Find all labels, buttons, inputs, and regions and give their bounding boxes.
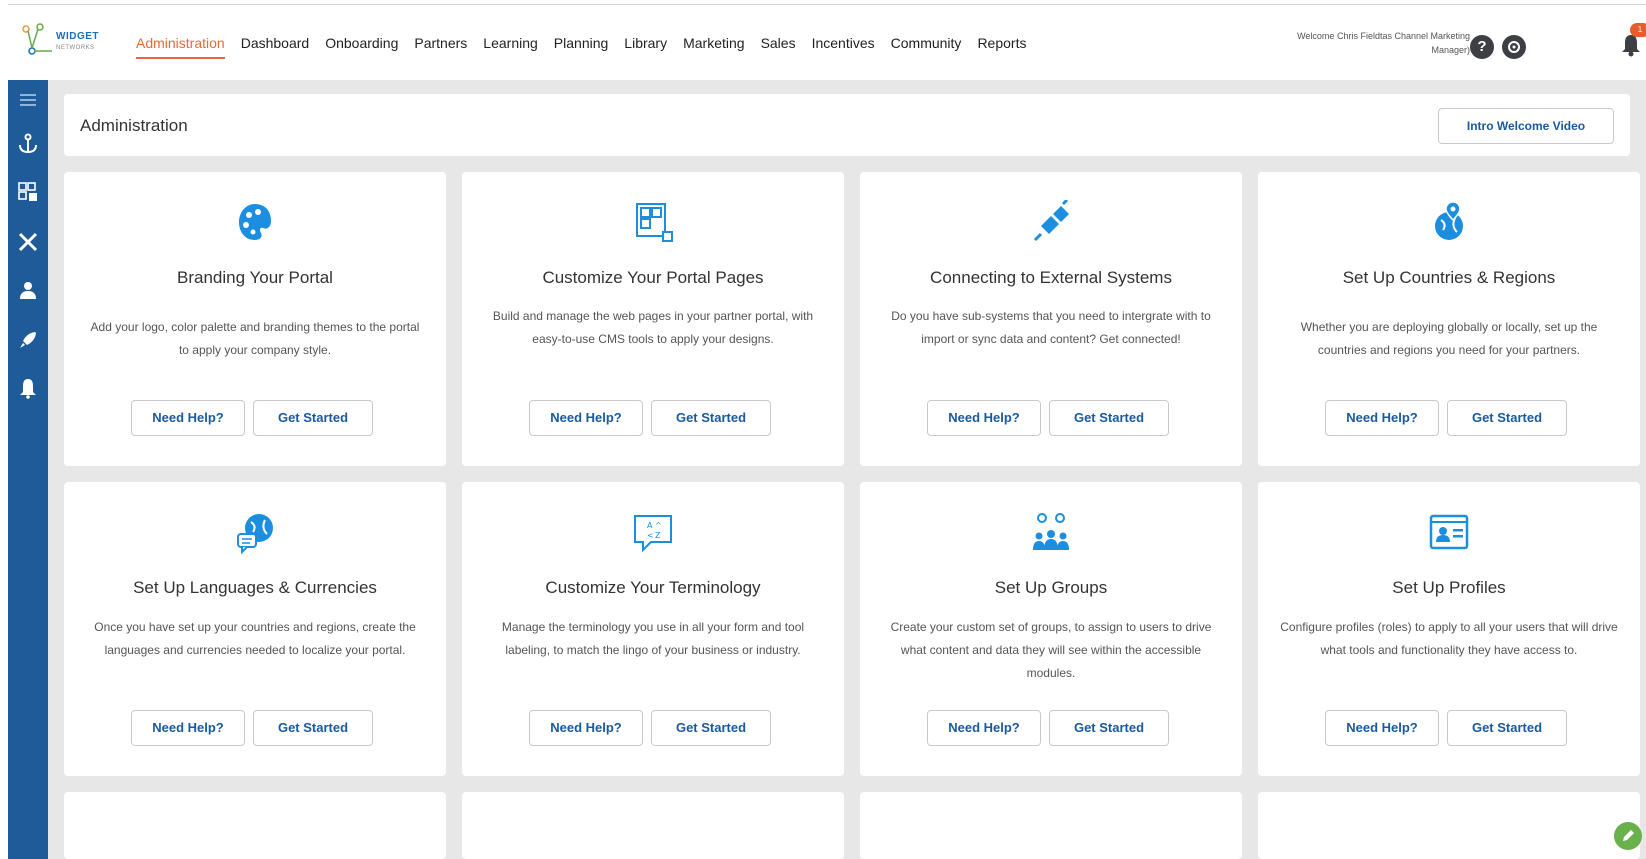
card-title: Set Up Languages & Currencies [133, 578, 377, 597]
get-started-button[interactable]: Get Started [253, 710, 373, 746]
brand-sub: NETWORKS [56, 45, 95, 51]
card-profiles: Set Up Profiles Configure profiles (role… [1258, 482, 1640, 776]
get-started-button[interactable]: Get Started [1447, 400, 1567, 436]
layout-icon [636, 203, 673, 242]
card-row3-2 [462, 792, 844, 859]
need-help-button[interactable]: Need Help? [529, 400, 643, 436]
need-help-button[interactable]: Need Help? [131, 400, 245, 436]
nav-learning[interactable]: Learning [475, 33, 546, 59]
main-nav: Administration Dashboard Onboarding Part… [136, 33, 1034, 59]
card-title: Branding Your Portal [177, 268, 333, 287]
bell-icon[interactable] [16, 376, 40, 400]
need-help-button[interactable]: Need Help? [1325, 400, 1439, 436]
get-started-button[interactable]: Get Started [651, 400, 771, 436]
nav-administration[interactable]: Administration [136, 33, 225, 59]
card-branding: Branding Your Portal Add your logo, colo… [64, 172, 446, 466]
brand-name: WIDGET [56, 31, 99, 42]
nav-incentives[interactable]: Incentives [804, 33, 883, 59]
get-started-button[interactable]: Get Started [1447, 710, 1567, 746]
profile-card-icon [1429, 514, 1469, 550]
svg-text:^: ^ [655, 521, 662, 530]
card-title: Customize Your Portal Pages [542, 268, 764, 287]
need-help-button[interactable]: Need Help? [131, 710, 245, 746]
need-help-button[interactable]: Need Help? [529, 710, 643, 746]
get-started-button[interactable]: Get Started [253, 400, 373, 436]
rocket-icon[interactable] [16, 328, 40, 352]
card-terminology: A ^ < Z Customize Your Terminology Manag… [462, 482, 844, 776]
card-row3-1 [64, 792, 446, 859]
settings-icon[interactable] [1502, 35, 1526, 59]
sidebar [8, 80, 48, 859]
card-description: Once you have set up your countries and … [94, 620, 416, 657]
card-external-systems: Connecting to External Systems Do you ha… [860, 172, 1242, 466]
card-title: Customize Your Terminology [545, 578, 761, 597]
page-title: Administration [80, 116, 188, 135]
card-description: Add your logo, color palette and brandin… [90, 320, 420, 357]
tools-icon[interactable] [16, 230, 40, 254]
anchor-icon[interactable] [16, 132, 40, 156]
svg-text:A: A [647, 521, 653, 530]
svg-text:<: < [647, 531, 654, 540]
svg-text:Z: Z [655, 531, 661, 540]
groups-icon [1033, 513, 1069, 550]
card-description: Whether you are deploying globally or lo… [1300, 320, 1598, 357]
card-groups: Set Up Groups Create your custom set of … [860, 482, 1242, 776]
card-languages-currencies: Set Up Languages & Currencies Once you h… [64, 482, 446, 776]
plug-icon [1033, 200, 1069, 242]
get-started-button[interactable]: Get Started [1049, 710, 1169, 746]
logo-icon [22, 23, 52, 55]
nav-community[interactable]: Community [883, 33, 970, 59]
menu-icon[interactable] [16, 88, 40, 112]
card-description: Manage the terminology you use in all yo… [501, 620, 805, 657]
user-icon[interactable] [16, 278, 40, 302]
nav-partners[interactable]: Partners [406, 33, 475, 59]
palette-icon [239, 204, 271, 240]
intro-welcome-video-button[interactable]: Intro Welcome Video [1438, 108, 1614, 144]
card-row3-3 [860, 792, 1242, 859]
get-started-button[interactable]: Get Started [651, 710, 771, 746]
logo[interactable]: WIDGET NETWORKS [20, 21, 120, 63]
nav-marketing[interactable]: Marketing [675, 33, 752, 59]
welcome-text: Welcome Chris Fieldtas Channel Marketing… [1297, 31, 1470, 55]
notification-count-badge: 1 [1630, 23, 1646, 37]
nav-dashboard[interactable]: Dashboard [233, 33, 318, 59]
nav-planning[interactable]: Planning [546, 33, 617, 59]
main-content: Administration Intro Welcome Video Brand… [48, 80, 1646, 859]
pencil-icon [1623, 830, 1634, 841]
pages-icon[interactable] [16, 180, 40, 204]
nav-onboarding[interactable]: Onboarding [317, 33, 406, 59]
nav-reports[interactable]: Reports [969, 33, 1034, 59]
card-title: Set Up Countries & Regions [1342, 268, 1556, 287]
need-help-button[interactable]: Need Help? [1325, 710, 1439, 746]
card-title: Set Up Profiles [1392, 578, 1506, 597]
card-description: Do you have sub-systems that you need to… [891, 309, 1211, 346]
need-help-button[interactable]: Need Help? [927, 400, 1041, 436]
globe-chat-icon [237, 514, 273, 554]
card-title: Set Up Groups [994, 578, 1108, 597]
card-description: Create your custom set of groups, to ass… [890, 620, 1212, 680]
edit-fab-button[interactable] [1614, 822, 1642, 850]
need-help-button[interactable]: Need Help? [927, 710, 1041, 746]
help-icon[interactable]: ? [1470, 35, 1494, 59]
nav-library[interactable]: Library [616, 33, 675, 59]
card-portal-pages: Customize Your Portal Pages Build and ma… [462, 172, 844, 466]
nav-sales[interactable]: Sales [753, 33, 804, 59]
card-description: Build and manage the web pages in your p… [492, 309, 814, 346]
card-row3-4 [1258, 792, 1640, 859]
page-header: Administration Intro Welcome Video [64, 94, 1630, 156]
card-title: Connecting to External Systems [930, 268, 1172, 287]
get-started-button[interactable]: Get Started [1049, 400, 1169, 436]
globe-pin-icon [1435, 201, 1463, 240]
card-description: Configure profiles (roles) to apply to a… [1280, 620, 1618, 657]
top-bar: WIDGET NETWORKS Administration Dashboard… [8, 4, 1646, 80]
terminology-icon: A ^ < Z [634, 515, 672, 553]
card-countries-regions: Set Up Countries & Regions Whether you a… [1258, 172, 1640, 466]
